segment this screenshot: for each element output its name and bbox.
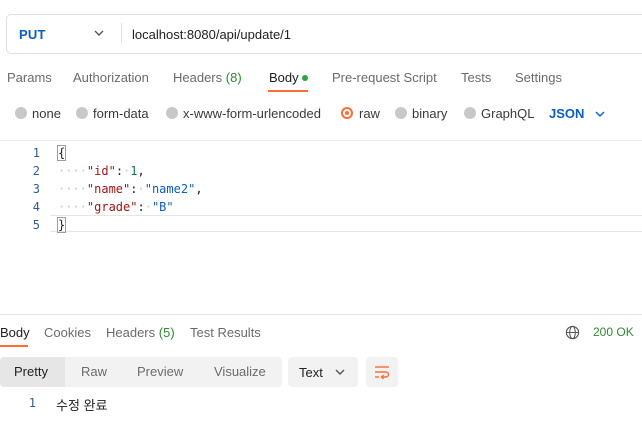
code-line[interactable]: ····"grade":·"B"	[58, 200, 174, 214]
tab-params[interactable]: Params	[7, 70, 52, 85]
radio-label-graphql[interactable]: GraphQL	[481, 106, 534, 121]
body-indicator-dot	[302, 75, 308, 81]
chevron-down-icon[interactable]	[594, 108, 606, 120]
json-key: "id"	[86, 164, 116, 178]
view-pretty-button[interactable]: Pretty	[0, 357, 65, 387]
current-line-highlight	[50, 215, 642, 232]
response-divider	[0, 314, 642, 315]
radio-urlencoded[interactable]	[166, 107, 178, 119]
response-format-select[interactable]: Text	[288, 357, 358, 387]
line-number: 2	[32, 164, 40, 178]
response-tab-body[interactable]: Body	[0, 325, 30, 340]
code-line[interactable]: ····"name":·"name2",	[58, 182, 203, 196]
tab-headers-count: (8)	[225, 70, 242, 85]
view-raw-button[interactable]: Raw	[81, 357, 107, 387]
radio-raw[interactable]	[341, 107, 353, 119]
line-number: 5	[32, 218, 40, 232]
tab-headers-label: Headers	[173, 70, 223, 85]
response-tab-headers-count: (5)	[158, 325, 175, 340]
radio-form-data[interactable]	[76, 107, 88, 119]
response-tab-cookies[interactable]: Cookies	[44, 325, 91, 340]
json-key: "grade"	[86, 200, 138, 214]
radio-graphql[interactable]	[464, 107, 476, 119]
json-sep: ,	[195, 182, 203, 196]
chevron-down-icon	[335, 369, 345, 375]
editor-divider	[0, 140, 642, 141]
response-output[interactable]: 수정 완료	[56, 395, 107, 414]
radio-none[interactable]	[15, 107, 27, 119]
output-line-number: 1	[28, 396, 36, 410]
url-input[interactable]: localhost:8080/api/update/1	[132, 27, 291, 42]
line-number: 4	[32, 200, 40, 214]
tab-body[interactable]: Body	[269, 70, 299, 85]
json-value: 1	[130, 164, 138, 178]
wrap-lines-icon	[375, 366, 390, 380]
active-response-tab-indicator	[0, 345, 28, 347]
tab-authorization[interactable]: Authorization	[73, 70, 149, 85]
view-visualize-button[interactable]: Visualize	[214, 357, 266, 387]
method-select[interactable]: PUT	[19, 27, 46, 42]
view-preview-button[interactable]: Preview	[137, 357, 183, 387]
json-key: "name"	[86, 182, 131, 196]
view-mode-group: Pretty Raw Preview Visualize	[0, 357, 282, 387]
active-tab-indicator	[268, 90, 308, 92]
code-line[interactable]: {	[56, 145, 67, 161]
tab-tests[interactable]: Tests	[461, 70, 491, 85]
url-bar: PUT localhost:8080/api/update/1	[6, 14, 642, 54]
code-line[interactable]: }	[56, 217, 67, 233]
open-brace: {	[56, 145, 67, 161]
radio-label-raw[interactable]: raw	[359, 106, 380, 121]
json-value: "B"	[151, 200, 174, 214]
radio-label-form-data[interactable]: form-data	[93, 106, 149, 121]
code-line[interactable]: ····"id":·1,	[58, 164, 145, 178]
status-badge[interactable]: 200 OK	[593, 325, 634, 339]
tab-settings[interactable]: Settings	[515, 70, 562, 85]
format-select[interactable]: JSON	[549, 106, 584, 121]
radio-label-binary[interactable]: binary	[412, 106, 447, 121]
json-sep: ,	[137, 164, 145, 178]
json-value: "name2"	[144, 182, 196, 196]
radio-label-none[interactable]: none	[32, 106, 61, 121]
divider	[121, 23, 122, 45]
wrap-lines-button[interactable]	[366, 357, 398, 387]
radio-binary[interactable]	[395, 107, 407, 119]
tab-headers[interactable]: Headers (8)	[173, 70, 242, 85]
tab-pre-request-script[interactable]: Pre-request Script	[332, 70, 437, 85]
response-tab-headers-label: Headers	[106, 325, 156, 340]
response-tab-headers[interactable]: Headers (5)	[106, 325, 175, 340]
line-number: 3	[32, 182, 40, 196]
line-number: 1	[32, 146, 40, 160]
chevron-down-icon[interactable]	[93, 27, 105, 39]
response-format-label: Text	[299, 365, 323, 380]
globe-icon[interactable]	[565, 325, 580, 340]
close-brace: }	[56, 217, 67, 233]
response-tab-test-results[interactable]: Test Results	[190, 325, 261, 340]
radio-label-urlencoded[interactable]: x-www-form-urlencoded	[183, 106, 321, 121]
